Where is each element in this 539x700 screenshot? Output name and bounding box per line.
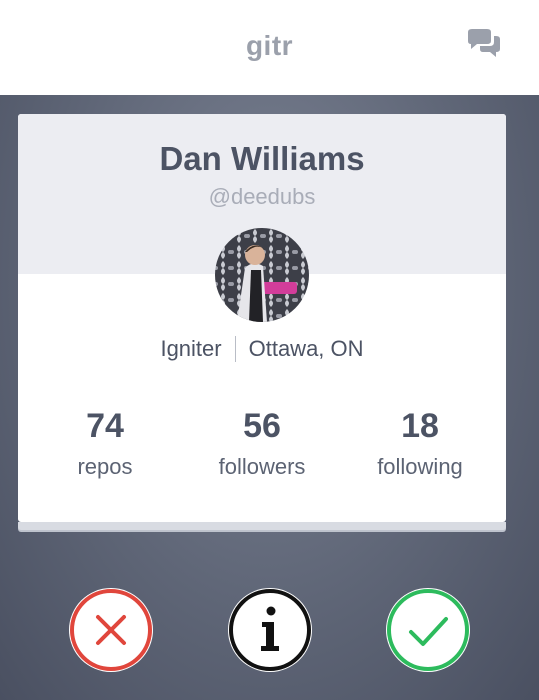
card-stack-layer: [18, 522, 506, 530]
stat-label: following: [377, 454, 463, 479]
stat-label: repos: [77, 454, 133, 479]
stat-followers: 56 followers: [182, 406, 342, 480]
meta-divider: [234, 336, 236, 362]
top-bar: gitr: [0, 0, 539, 95]
avatar[interactable]: [215, 228, 309, 322]
profile-meta: Igniter Ottawa, ON: [18, 336, 506, 362]
reject-button[interactable]: [69, 588, 153, 672]
accept-button[interactable]: [386, 588, 470, 672]
profile-card[interactable]: Dan Williams @deedubs Igniter Ottawa, ON…: [18, 114, 506, 522]
profile-name: Dan Williams: [159, 140, 365, 177]
info-button[interactable]: [228, 588, 312, 672]
check-icon: [387, 589, 469, 671]
profile-card-stack[interactable]: Dan Williams @deedubs Igniter Ottawa, ON…: [18, 114, 506, 532]
stat-label: followers: [218, 454, 306, 479]
stat-value: 56: [243, 407, 281, 445]
profile-company: Igniter: [160, 336, 222, 361]
info-icon: [229, 589, 311, 671]
app-title: gitr: [245, 29, 294, 61]
chat-bubbles-icon[interactable]: [465, 28, 503, 62]
profile-location: Ottawa, ON: [248, 336, 364, 361]
stat-following: 18 following: [340, 406, 500, 480]
stat-repos: 74 repos: [25, 406, 185, 480]
stat-value: 18: [401, 407, 439, 445]
x-icon: [70, 589, 152, 671]
profile-handle: @deedubs: [208, 184, 316, 209]
stat-value: 74: [86, 407, 124, 445]
